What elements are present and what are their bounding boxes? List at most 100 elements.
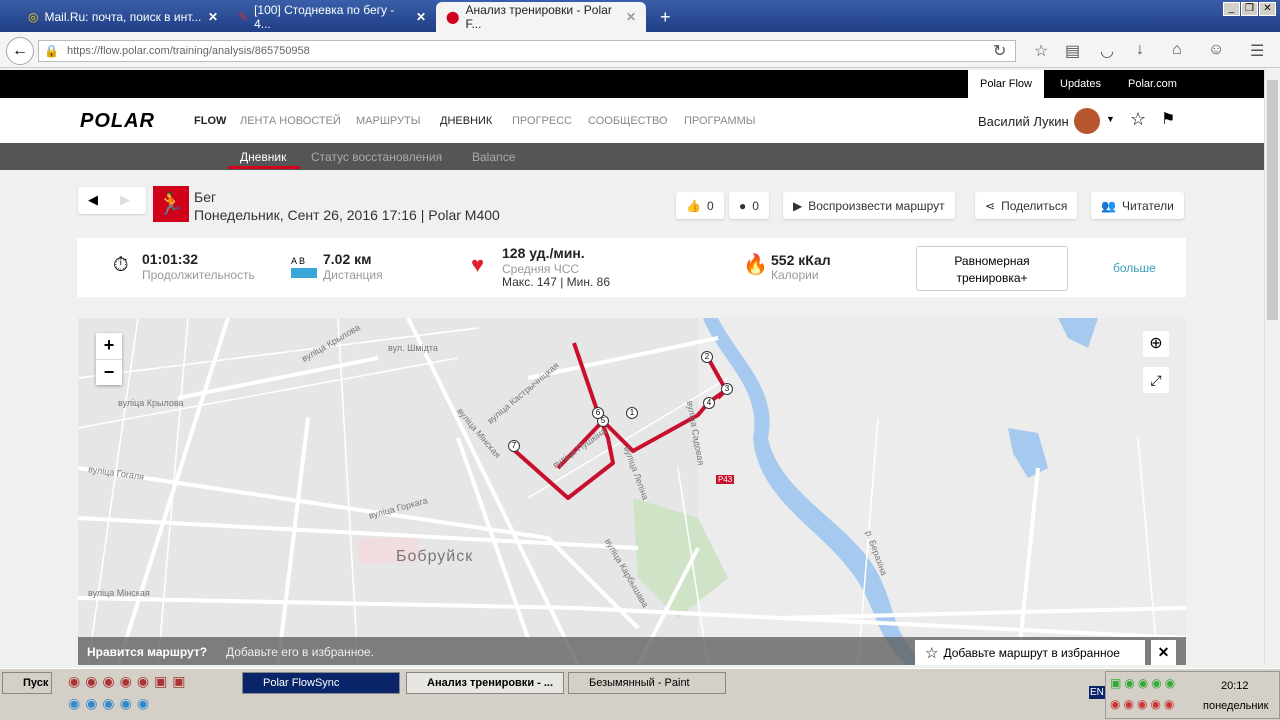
- chevron-down-icon[interactable]: ▼: [1106, 114, 1115, 124]
- lock-icon: 🔒: [44, 44, 59, 58]
- calories-label: Калории: [771, 268, 819, 282]
- previous-button[interactable]: ◀: [88, 192, 98, 208]
- flow-label: FLOW: [194, 115, 227, 127]
- route-marker[interactable]: 3: [721, 383, 733, 395]
- play-route-button[interactable]: ▶ Воспроизвести маршрут: [783, 192, 955, 219]
- quicklaunch-icons[interactable]: ◉◉◉◉◉▣▣: [68, 673, 191, 690]
- mailru-icon: ◎: [28, 10, 39, 24]
- followers-icon: 👥: [1101, 198, 1116, 213]
- bookmark-star-icon[interactable]: ☆: [1034, 41, 1048, 61]
- download-icon[interactable]: ↓: [1136, 41, 1144, 59]
- pocket-icon[interactable]: ◡: [1100, 41, 1114, 61]
- task-firefox[interactable]: Анализ тренировки - ...: [406, 672, 564, 694]
- user-name[interactable]: Василий Лукин: [978, 114, 1069, 129]
- link-polar-com[interactable]: Polar.com: [1116, 70, 1189, 98]
- nav-feed[interactable]: ЛЕНТА НОВОСТЕЙ: [240, 115, 341, 127]
- share-button[interactable]: ⋖ Поделиться: [975, 192, 1078, 219]
- prev-next-group: ◀ ▶: [78, 187, 146, 214]
- close-tab-icon[interactable]: ✕: [416, 10, 426, 24]
- heart-icon: ♥: [471, 252, 485, 277]
- training-benefit-badge[interactable]: Равномерная тренировка+: [916, 246, 1068, 291]
- street-label: вуліца Мінская: [88, 588, 150, 598]
- hr-label: Средняя ЧСС: [502, 262, 580, 276]
- next-button[interactable]: ▶: [120, 192, 130, 208]
- thumbs-up-icon: 👍: [686, 198, 701, 213]
- reading-list-icon[interactable]: ▤: [1065, 41, 1080, 61]
- tab-forum[interactable]: ✎ [100] Стодневка по бегу - 4... ✕: [228, 2, 436, 32]
- tab-polar[interactable]: ⬤ Анализ тренировки - Polar F... ✕: [436, 2, 646, 32]
- link-updates[interactable]: Updates: [1048, 70, 1113, 98]
- reload-icon[interactable]: ↻: [993, 41, 1006, 61]
- route-marker[interactable]: 4: [703, 397, 715, 409]
- close-window-button[interactable]: ✕: [1259, 2, 1276, 16]
- followers-button[interactable]: 👥 Читатели: [1091, 192, 1184, 219]
- browser-tab-strip: ◎ Mail.Ru: почта, поиск в инт... ✕ ✎ [100] …: [0, 0, 1280, 32]
- polar-icon: ⬤: [446, 10, 460, 24]
- minimize-button[interactable]: _: [1223, 2, 1240, 16]
- page-scrollbar[interactable]: [1264, 70, 1280, 665]
- system-tray: ▣◉◉◉◉ ◉◉◉◉◉ 20:12 понедельник: [1105, 671, 1280, 719]
- locate-icon[interactable]: ⊕: [1143, 331, 1169, 357]
- nav-progress[interactable]: ПРОГРЕСС: [512, 115, 572, 127]
- avatar[interactable]: [1074, 108, 1100, 134]
- nav-programs[interactable]: ПРОГРАММЫ: [684, 115, 756, 127]
- polar-top-strip: Polar Flow Updates Polar.com: [0, 70, 1264, 98]
- active-underline: [228, 166, 300, 169]
- distance-ab-label: A B: [291, 256, 306, 266]
- home-icon[interactable]: ⌂: [1172, 41, 1182, 59]
- back-button[interactable]: ←: [6, 37, 34, 65]
- polar-logo[interactable]: POLAR: [80, 110, 155, 133]
- route-map[interactable]: Бобруйск вуліца Мінская вуліца Пушкіна в…: [78, 318, 1186, 665]
- task-polar-flowsync[interactable]: Polar FlowSync: [242, 672, 400, 694]
- duration-value: 01:01:32: [142, 251, 199, 267]
- route-marker[interactable]: 2: [701, 351, 713, 363]
- comment-icon: ●: [739, 198, 747, 213]
- road-sign: Р43: [716, 475, 735, 484]
- sub-navigation: [0, 143, 1264, 170]
- smiley-icon[interactable]: ☺: [1208, 41, 1224, 59]
- maximize-button[interactable]: ❐: [1241, 2, 1258, 16]
- stopwatch-icon: ⏱: [113, 254, 129, 276]
- link-polar-flow[interactable]: Polar Flow: [968, 70, 1044, 98]
- task-paint[interactable]: Безымянный - Paint: [568, 672, 726, 694]
- start-button[interactable]: Пуск: [2, 672, 52, 694]
- nav-diary[interactable]: ДНЕВНИК: [440, 115, 492, 127]
- add-to-favorites-button[interactable]: ☆ Добавьте маршрут в избранное: [915, 640, 1145, 665]
- comment-button[interactable]: ● 0: [729, 192, 769, 219]
- zoom-in-button[interactable]: +: [96, 333, 122, 359]
- distance-label: Дистанция: [323, 268, 383, 282]
- language-indicator[interactable]: EN: [1089, 686, 1105, 699]
- address-bar[interactable]: https://flow.polar.com/training/analysis…: [38, 40, 1016, 62]
- hr-minmax: Макс. 147 | Мин. 86: [502, 275, 611, 289]
- subnav-diary[interactable]: Дневник: [240, 150, 286, 164]
- close-banner-button[interactable]: ✕: [1151, 640, 1176, 665]
- like-button[interactable]: 👍 0: [676, 192, 724, 219]
- clock-time[interactable]: 20:12: [1221, 680, 1249, 692]
- tray-icons-row2[interactable]: ◉◉◉◉◉: [1110, 697, 1177, 711]
- route-marker[interactable]: 1: [626, 407, 638, 419]
- subnav-balance[interactable]: Balance: [472, 150, 515, 164]
- quicklaunch-icons-row2[interactable]: ◉◉◉◉◉: [68, 695, 154, 712]
- more-link[interactable]: больше: [1113, 261, 1156, 275]
- subnav-recovery[interactable]: Статус восстановления: [311, 150, 442, 164]
- nav-community[interactable]: СООБЩЕСТВО: [588, 115, 668, 127]
- tray-icons[interactable]: ▣◉◉◉◉: [1110, 676, 1178, 690]
- new-tab-button[interactable]: +: [650, 2, 681, 32]
- close-tab-icon[interactable]: ✕: [626, 10, 636, 24]
- running-icon: 🏃: [153, 186, 189, 222]
- favorites-star-icon[interactable]: ☆: [1130, 109, 1146, 130]
- favorite-route-banner: Нравится маршрут? Добавьте его в избранн…: [78, 637, 1186, 665]
- notifications-icon[interactable]: ⚑: [1161, 109, 1175, 129]
- route-marker[interactable]: 7: [508, 440, 520, 452]
- fullscreen-icon[interactable]: ⤢: [1143, 367, 1169, 393]
- training-datetime: Понедельник, Сент 26, 2016 17:16 | Polar…: [194, 207, 500, 223]
- tab-mailru[interactable]: ◎ Mail.Ru: почта, поиск в инт... ✕: [18, 2, 228, 32]
- close-tab-icon[interactable]: ✕: [208, 10, 218, 24]
- menu-icon[interactable]: ☰: [1250, 41, 1264, 61]
- map-canvas: [78, 318, 1186, 665]
- nav-routes[interactable]: МАРШРУТЫ: [356, 115, 420, 127]
- play-icon: ▶: [793, 198, 803, 213]
- banner-question: Нравится маршрут?: [87, 645, 208, 659]
- route-marker[interactable]: 6: [592, 407, 604, 419]
- zoom-out-button[interactable]: −: [96, 359, 122, 385]
